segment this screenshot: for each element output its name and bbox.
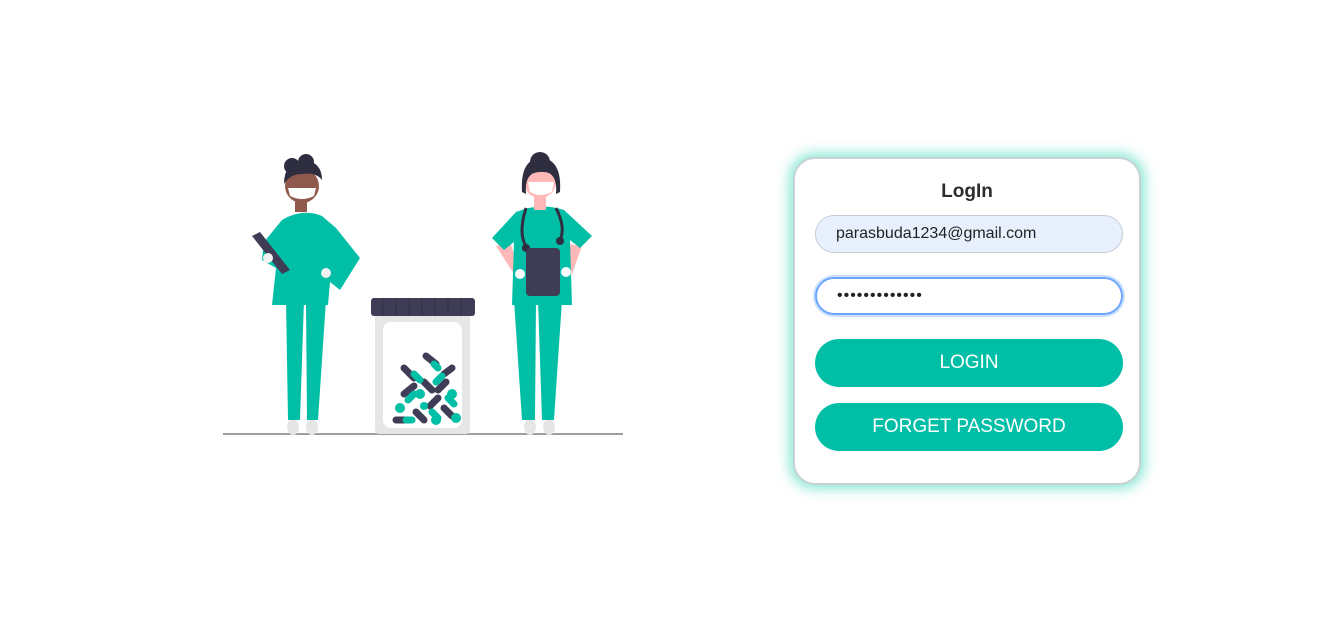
left-doctor-figure (252, 154, 360, 435)
pill-jar (371, 298, 475, 434)
password-input[interactable] (815, 277, 1123, 315)
medical-staff-illustration (220, 150, 630, 440)
right-doctor-figure (492, 152, 592, 435)
login-card: LogIn LOGIN FORGET PASSWORD (793, 157, 1141, 485)
forget-password-button[interactable]: FORGET PASSWORD (815, 403, 1123, 451)
login-title: LogIn (941, 181, 993, 202)
email-input[interactable] (815, 215, 1123, 253)
login-page: LogIn LOGIN FORGET PASSWORD (0, 0, 1340, 617)
login-button[interactable]: LOGIN (815, 339, 1123, 387)
medical-staff-illustration-svg (223, 152, 623, 435)
